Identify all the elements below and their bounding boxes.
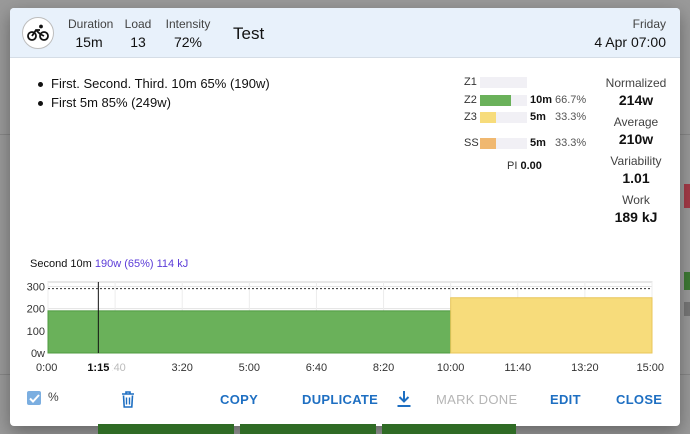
percent-label: % <box>48 390 59 404</box>
stat-value: 214w <box>618 92 654 108</box>
pi-label: PI <box>507 160 518 172</box>
mark-done-button[interactable]: MARK DONE <box>436 392 517 407</box>
y-tick-label: 0w <box>31 348 45 360</box>
zone-time: 5m <box>530 111 546 123</box>
download-button[interactable] <box>393 388 415 410</box>
load-value: 13 <box>130 34 146 50</box>
zone-bar-fill <box>480 138 496 149</box>
polarization-index: PI 0.00 <box>507 160 542 172</box>
pi-value: 0.00 <box>520 160 542 172</box>
zone-label: Z3 <box>464 111 477 123</box>
workout-day: Friday <box>632 17 666 31</box>
duration-value: 15m <box>75 34 103 50</box>
zone-bar-fill <box>480 112 496 123</box>
y-tick-label: 200 <box>27 304 45 316</box>
intensity-label: Intensity <box>165 17 211 31</box>
chart-caption: Second 10m 190w (65%) 114 kJ <box>30 258 188 270</box>
caption-step: Second <box>30 258 68 270</box>
zone-bar-track <box>480 95 527 106</box>
zone-row: Z2 10m 66.7% <box>464 94 594 107</box>
x-tick-label: 0:00 <box>36 362 57 374</box>
workout-date: Friday 4 Apr 07:00 <box>594 17 666 50</box>
copy-button[interactable]: COPY <box>220 392 258 407</box>
x-tick-label: 15:00 <box>636 362 664 374</box>
workout-datetime: 4 Apr 07:00 <box>594 34 666 50</box>
x-tick-label: 3:20 <box>172 362 193 374</box>
duration-metric: Duration 15m <box>68 17 114 50</box>
calendar-event-chip <box>684 302 690 316</box>
zone-row: SS 5m 33.3% <box>464 137 594 150</box>
caption-detail: 190w (65%) 114 kJ <box>94 258 189 270</box>
zone-bar-fill <box>480 95 512 106</box>
zone-percent: 33.3% <box>555 137 587 149</box>
calendar-tile <box>382 424 516 434</box>
calendar-event-chip <box>684 184 690 208</box>
intensity-metric: Intensity 72% <box>163 17 213 50</box>
stat-work: Work 189 kJ <box>598 193 674 225</box>
stat-label: Variability <box>610 154 662 168</box>
bicycle-icon <box>22 17 54 49</box>
dialog-header: Duration 15m Load 13 Intensity 72% Test … <box>10 8 680 58</box>
zone-bar-track <box>480 138 527 149</box>
download-icon <box>397 391 411 407</box>
x-tick-label: 11:40 <box>504 362 531 374</box>
percent-checkbox[interactable] <box>27 391 41 405</box>
x-tick-label: 10:00 <box>437 362 465 374</box>
stat-average: Average 210w <box>598 115 674 147</box>
step-item: First. Second. Third. 10m 65% (190w) <box>38 76 270 95</box>
stat-value: 1.01 <box>622 170 650 186</box>
y-tick-label: 300 <box>27 281 45 293</box>
stat-variability: Variability 1.01 <box>598 154 674 186</box>
zone-bar-track <box>480 77 527 88</box>
zone-bar-track <box>480 112 527 123</box>
calendar-tile <box>98 424 234 434</box>
x-tick-label: 8:20 <box>373 362 394 374</box>
stat-value: 189 kJ <box>614 209 658 225</box>
zone-label: SS <box>464 137 479 149</box>
dialog-footer: % COPY DUPLICATE MARK DONE EDIT CLOSE <box>10 386 680 414</box>
caption-duration: 10m <box>70 258 92 270</box>
checkmark-icon <box>28 393 40 403</box>
edit-button[interactable]: EDIT <box>550 392 581 407</box>
x-tick-label: 13:20 <box>571 362 599 374</box>
stat-label: Work <box>622 193 650 207</box>
zone-label: Z2 <box>464 94 477 106</box>
trash-icon <box>122 390 134 408</box>
stat-label: Normalized <box>605 76 667 90</box>
zone-percent: 66.7% <box>555 94 587 106</box>
stat-label: Average <box>613 115 659 129</box>
y-tick-label: 100 <box>27 326 45 338</box>
x-tick-label: 5:00 <box>239 362 260 374</box>
close-button[interactable]: CLOSE <box>616 392 662 407</box>
load-label: Load <box>124 17 152 31</box>
power-segment-bar <box>450 297 653 354</box>
duplicate-button[interactable]: DUPLICATE <box>302 392 378 407</box>
calendar-event-chip <box>684 272 690 290</box>
zone-row: Z3 5m 33.3% <box>464 111 594 124</box>
step-item: First 5m 85% (249w) <box>38 95 270 114</box>
power-chart[interactable]: 0w1002003000:00 1:40 3:20 5:00 6:40 8:20 10:00… <box>16 276 668 376</box>
cursor-label: 1:15 <box>87 362 109 374</box>
zone-label: Z1 <box>464 76 477 88</box>
zone-time: 10m <box>530 94 553 106</box>
stat-normalized: Normalized 214w <box>598 76 674 108</box>
workout-steps: First. Second. Third. 10m 65% (190w) Fir… <box>38 76 270 114</box>
zone-time: 5m <box>530 137 546 149</box>
duration-label: Duration <box>68 17 114 31</box>
load-metric: Load 13 <box>122 17 154 50</box>
power-segment-bar <box>47 310 452 354</box>
stat-value: 210w <box>618 131 654 147</box>
zone-row: Z1 <box>464 76 594 89</box>
calendar-tile <box>240 424 376 434</box>
intensity-value: 72% <box>173 34 203 50</box>
workout-dialog: Duration 15m Load 13 Intensity 72% Test … <box>10 8 680 426</box>
delete-button[interactable] <box>117 388 139 410</box>
workout-title: Test <box>233 24 265 43</box>
zone-percent: 33.3% <box>555 111 587 123</box>
x-tick-label: 6:40 <box>306 362 327 374</box>
